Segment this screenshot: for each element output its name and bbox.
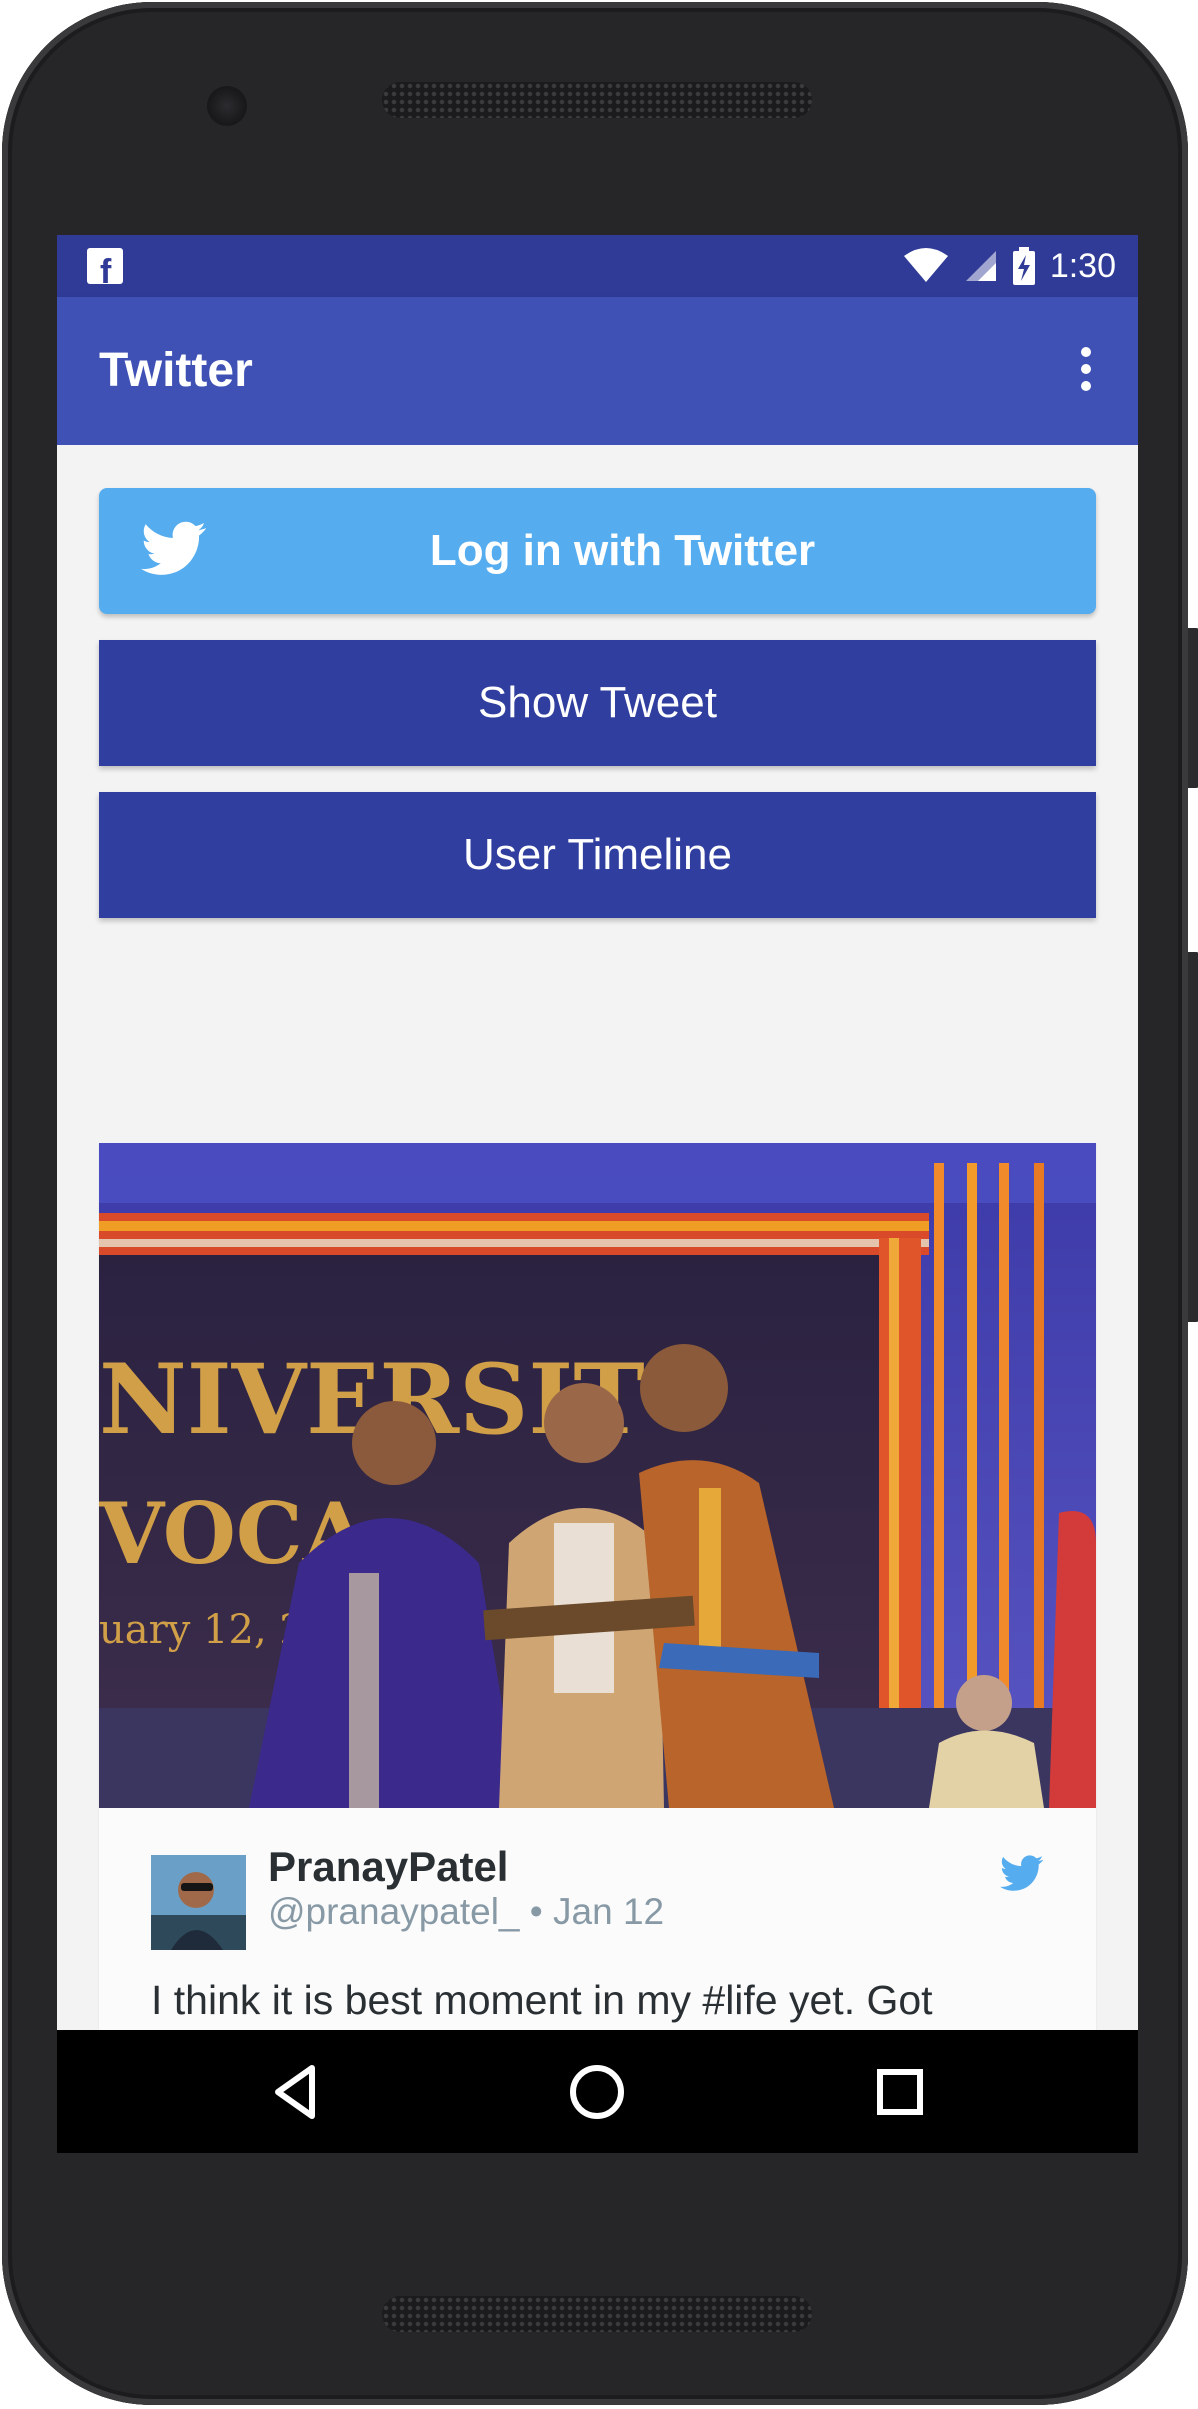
more-vert-icon[interactable] xyxy=(1080,347,1092,395)
author-meta: @pranaypatel_ • Jan 12 xyxy=(268,1891,665,1932)
signal-icon xyxy=(965,251,996,281)
wifi-icon xyxy=(903,248,948,282)
top-speaker-grille xyxy=(382,82,812,118)
app-title: Twitter xyxy=(99,344,253,397)
bottom-speaker-grille xyxy=(382,2296,812,2332)
front-camera xyxy=(207,86,247,126)
recents-icon[interactable] xyxy=(868,2060,932,2124)
facebook-glyph: f xyxy=(100,253,112,284)
twitter-bird-icon xyxy=(1000,1855,1044,1891)
svg-text:uary 12, 2: uary 12, 2 xyxy=(99,1607,305,1653)
main-content: Log in with Twitter Show Tweet User Time… xyxy=(57,445,1138,2153)
navigation-bar xyxy=(57,2030,1138,2153)
tweet-card[interactable]: NIVERSIT VOCA uary 12, 2 PranayPatel @pr… xyxy=(99,1143,1096,2153)
power-button xyxy=(1188,628,1198,788)
twitter-bird-icon xyxy=(141,521,206,575)
login-button-label: Log in with Twitter xyxy=(429,526,816,575)
login-with-twitter-button[interactable]: Log in with Twitter xyxy=(99,488,1096,614)
avatar[interactable] xyxy=(151,1855,246,1950)
status-icons: 1:30 xyxy=(902,235,1116,297)
volume-button xyxy=(1188,952,1198,1322)
app-bar: Twitter xyxy=(57,297,1138,445)
status-bar: f 1:30 xyxy=(57,235,1138,297)
show-tweet-label: Show Tweet xyxy=(478,678,717,727)
back-icon[interactable] xyxy=(264,2060,328,2124)
home-icon[interactable] xyxy=(565,2060,629,2124)
device-screen: f 1:30 Twitter Log in with Twitter Show … xyxy=(57,235,1138,2153)
tweet-media-photo[interactable]: NIVERSIT VOCA uary 12, 2 xyxy=(99,1143,1096,1808)
status-time: 1:30 xyxy=(1049,246,1116,285)
user-timeline-label: User Timeline xyxy=(463,830,732,879)
author-name[interactable]: PranayPatel xyxy=(268,1843,508,1891)
battery-charging-icon xyxy=(1012,247,1035,285)
user-timeline-button[interactable]: User Timeline xyxy=(99,792,1096,918)
facebook-icon: f xyxy=(87,248,123,284)
phone-frame: f 1:30 Twitter Log in with Twitter Show … xyxy=(2,2,1198,2405)
show-tweet-button[interactable]: Show Tweet xyxy=(99,640,1096,766)
